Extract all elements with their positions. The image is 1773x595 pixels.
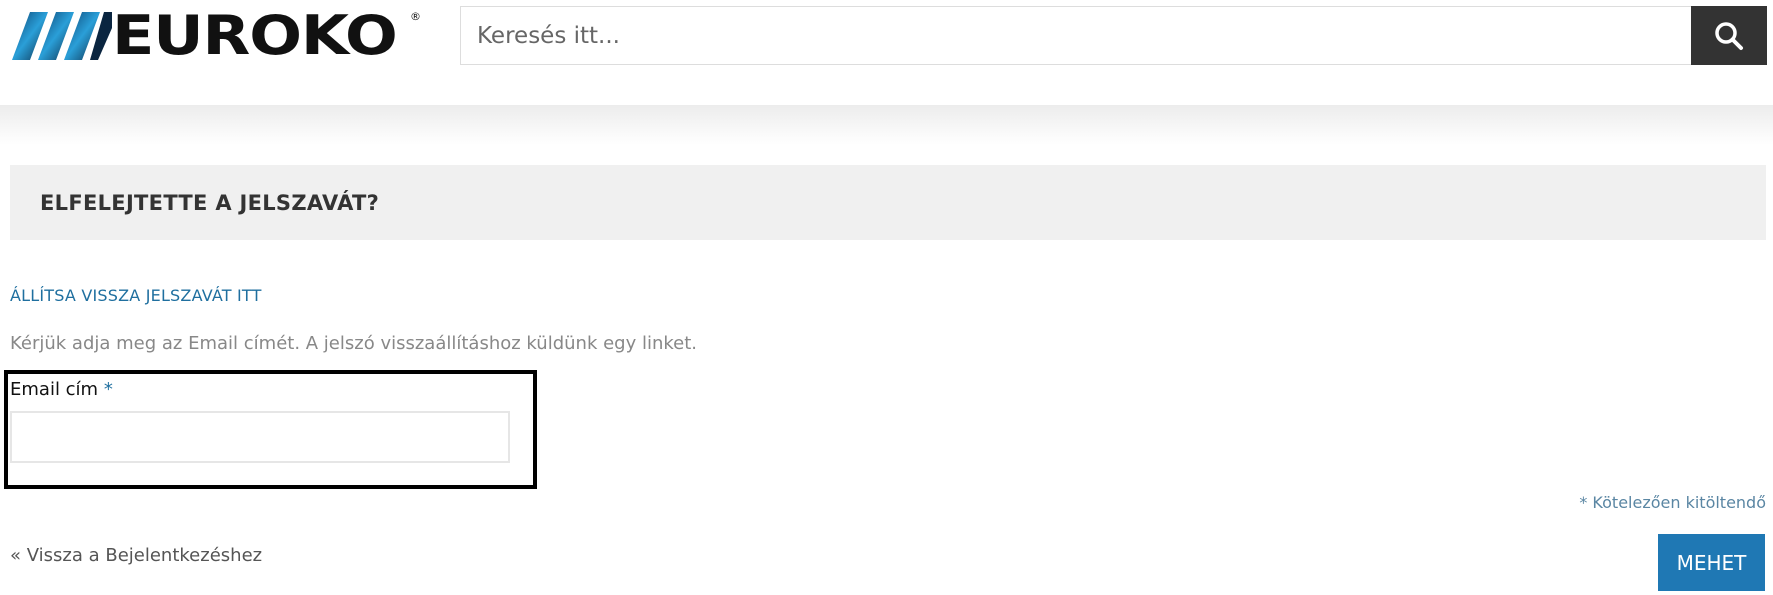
back-to-login-link[interactable]: « Vissza a Bejelentkezéshez bbox=[10, 545, 262, 566]
section-title: ÁLLÍTSA VISSZA JELSZAVÁT ITT bbox=[10, 286, 262, 305]
header: EUROKO ® bbox=[0, 0, 1773, 105]
search-button[interactable] bbox=[1691, 6, 1767, 65]
page-title-bar: ELFELEJTETTE A JELSZAVÁT? bbox=[10, 165, 1766, 240]
email-label: Email cím * bbox=[10, 379, 113, 400]
form-description: Kérjük adja meg az Email címét. A jelszó… bbox=[10, 333, 698, 354]
search-icon bbox=[1715, 21, 1743, 50]
submit-button[interactable]: MEHET bbox=[1658, 534, 1765, 591]
logo-wordmark: EUROKO bbox=[112, 4, 398, 67]
required-note: * Kötelezően kitöltendő bbox=[1579, 493, 1766, 512]
email-field[interactable] bbox=[10, 411, 510, 463]
page-title: ELFELEJTETTE A JELSZAVÁT? bbox=[40, 190, 380, 215]
header-divider bbox=[0, 105, 1773, 145]
logo[interactable]: EUROKO ® bbox=[12, 4, 421, 67]
logo-stripes-icon bbox=[12, 12, 112, 60]
page: EUROKO ® ELFELEJTETTE A JELSZAVÁT? ÁLLÍT… bbox=[0, 0, 1773, 595]
required-marker: * bbox=[103, 379, 113, 400]
logo-registered-mark: ® bbox=[410, 10, 421, 23]
email-label-text: Email cím bbox=[10, 379, 99, 400]
search-bar bbox=[460, 6, 1767, 65]
search-input[interactable] bbox=[461, 7, 1691, 64]
